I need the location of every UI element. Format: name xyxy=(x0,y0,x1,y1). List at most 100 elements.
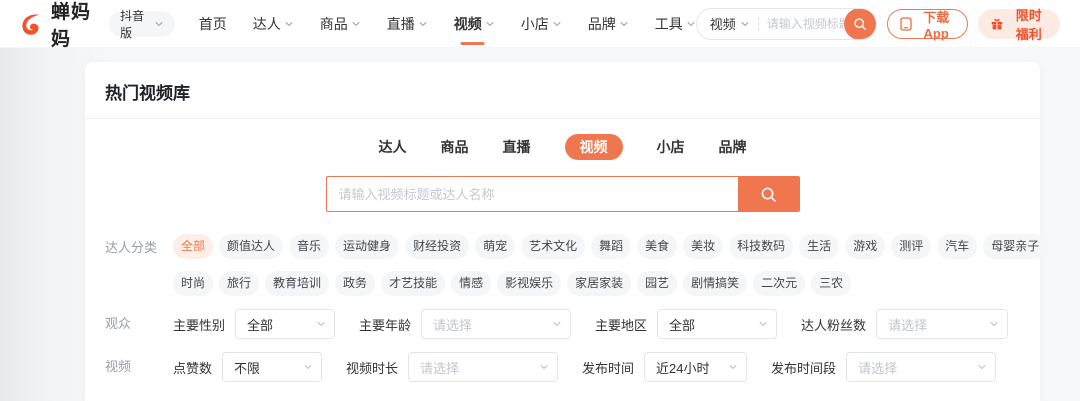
category-pill[interactable]: 萌宠 xyxy=(475,234,516,259)
chevron-down-icon xyxy=(351,19,361,29)
select-duration[interactable]: 请选择 xyxy=(408,352,559,382)
category-pill[interactable]: 生活 xyxy=(799,234,840,259)
category-pill[interactable]: 美食 xyxy=(637,234,678,259)
video-fields: 点赞数 不限 视频时长 请选择 发布时间 近24小时 发布时间段 请选择 xyxy=(173,352,1020,382)
navbar-search-input[interactable] xyxy=(766,16,844,31)
active-nav-underline xyxy=(460,41,485,45)
chevron-down-icon xyxy=(619,19,629,29)
category-pill[interactable]: 科技数码 xyxy=(729,234,794,259)
category-pill[interactable]: 政务 xyxy=(335,271,376,296)
nav-item-label: 达人 xyxy=(252,15,281,32)
category-pill[interactable]: 艺术文化 xyxy=(521,234,586,259)
chevron-down-icon xyxy=(539,362,549,372)
chanmama-logo-icon xyxy=(18,11,44,37)
category-pill[interactable]: 才艺技能 xyxy=(381,271,446,296)
category-pill[interactable]: 音乐 xyxy=(289,234,330,259)
category-pill[interactable]: 教育培训 xyxy=(265,271,330,296)
nav-item-shop[interactable]: 小店 xyxy=(521,0,562,48)
tab-video[interactable]: 视频 xyxy=(564,134,623,160)
select-region[interactable]: 全部 xyxy=(657,309,778,339)
category-pill-row: 时尚 旅行 教育培训 政务 才艺技能 情感 影视娱乐 家居家装 园艺 剧情搞笑 二次元 三农 xyxy=(173,271,1047,296)
field-label: 主要性别 xyxy=(173,317,226,333)
promo-label: 限时福利 xyxy=(1015,7,1042,42)
tab-shop[interactable]: 小店 xyxy=(657,134,685,160)
nav-item-home[interactable]: 首页 xyxy=(199,0,227,48)
nav-item-label: 商品 xyxy=(319,15,348,32)
category-pill[interactable]: 游戏 xyxy=(845,234,886,259)
filter-row-category: 达人分类 全部 颜值达人 音乐 运动健身 财经投资 萌宠 艺术文化 舞蹈 美食 美妆 科技数码 生活游… xyxy=(105,234,1048,296)
nav-item-product[interactable]: 商品 xyxy=(320,0,361,48)
nav-item-brand[interactable]: 品牌 xyxy=(588,0,629,48)
library-search-input[interactable] xyxy=(325,176,738,212)
category-pill[interactable]: 美妆 xyxy=(683,234,724,259)
search-category-dropdown[interactable]: 视频 xyxy=(710,14,750,33)
chevron-down-icon xyxy=(552,319,562,329)
category-pill[interactable]: 园艺 xyxy=(637,271,678,296)
category-pill[interactable]: 影视娱乐 xyxy=(497,271,562,296)
nav-item-influencer[interactable]: 达人 xyxy=(253,0,294,48)
category-pill[interactable]: 旅行 xyxy=(219,271,260,296)
filter-row-audience: 观众 主要性别 全部 主要年龄 请选择 主要地区 全部 达人粉丝数 请选择 xyxy=(105,309,1020,339)
filter-field-region: 主要地区 全部 xyxy=(595,309,778,339)
navbar-search: 视频 xyxy=(695,7,877,40)
nav-item-tools[interactable]: 工具 xyxy=(655,0,696,48)
navbar-search-button[interactable] xyxy=(844,8,876,39)
category-pill-row: 全部 颜值达人 音乐 运动健身 财经投资 萌宠 艺术文化 舞蹈 美食 美妆 科技数码 生活 游戏 测评 汽车… xyxy=(173,234,1048,259)
filter-panel: 达人分类 全部 颜值达人 音乐 运动健身 财经投资 萌宠 艺术文化 舞蹈 美食 美妆 科技数码 生活游… xyxy=(105,232,1048,401)
main-nav: 首页 达人 商品 直播 视频 小店 品牌 工具 xyxy=(199,0,696,48)
edition-switcher[interactable]: 抖音版 xyxy=(109,9,175,40)
select-follower-count[interactable]: 请选择 xyxy=(876,309,1009,339)
phone-icon xyxy=(900,16,912,31)
category-pill[interactable]: 颜值达人 xyxy=(219,234,284,259)
select-like-count[interactable]: 不限 xyxy=(222,352,323,382)
promo-button[interactable]: 限时福利 xyxy=(978,8,1060,42)
select-value: 全部 xyxy=(669,317,696,333)
category-pill[interactable]: 母婴亲子 xyxy=(983,234,1048,259)
card-body: 达人商品直播视频小店品牌 达人分类 全部颜值达人音乐运动健身财经投资萌宠艺术文化… xyxy=(85,134,1048,401)
category-pill[interactable]: 全部 xyxy=(173,234,214,259)
category-pill[interactable]: 二次元 xyxy=(753,271,806,296)
filter-field-like-count: 点赞数 不限 xyxy=(173,352,323,382)
filter-row-label: 达人分类 xyxy=(105,240,158,255)
select-value: 请选择 xyxy=(420,360,460,376)
chevron-down-icon xyxy=(154,19,164,29)
brand-logo[interactable]: 蝉妈妈 xyxy=(18,0,96,51)
chevron-down-icon xyxy=(303,362,313,372)
select-publish-time[interactable]: 近24小时 xyxy=(644,352,748,382)
chevron-down-icon xyxy=(552,19,562,29)
nav-item-video[interactable]: 视频 xyxy=(454,0,495,48)
nav-item-label: 工具 xyxy=(654,15,683,32)
chevron-down-icon xyxy=(977,362,987,372)
page-title: 热门视频库 xyxy=(85,62,1040,119)
chevron-down-icon xyxy=(728,362,738,372)
category-pill[interactable]: 时尚 xyxy=(173,271,214,296)
category-pill[interactable]: 财经投资 xyxy=(405,234,470,259)
category-pill[interactable]: 舞蹈 xyxy=(591,234,632,259)
download-app-button[interactable]: 下载App xyxy=(887,8,969,41)
select-publish-period[interactable]: 请选择 xyxy=(846,352,997,382)
category-pill[interactable]: 测评 xyxy=(891,234,932,259)
download-app-label: 下载App xyxy=(923,9,950,41)
select-age[interactable]: 请选择 xyxy=(421,309,572,339)
category-pill[interactable]: 运动健身 xyxy=(335,234,400,259)
category-pill[interactable]: 三农 xyxy=(811,271,852,296)
tab-product[interactable]: 商品 xyxy=(441,134,469,160)
tab-live[interactable]: 直播 xyxy=(503,134,531,160)
audience-fields: 主要性别 全部 主要年龄 请选择 主要地区 全部 达人粉丝数 请选择 xyxy=(173,309,1032,339)
library-search-button[interactable] xyxy=(737,176,800,212)
category-pill[interactable]: 家居家装 xyxy=(567,271,632,296)
nav-item-live[interactable]: 直播 xyxy=(387,0,428,48)
chevron-down-icon xyxy=(686,19,696,29)
field-label: 视频时长 xyxy=(346,360,399,376)
advanced-options: 关联商品关联团购低粉爆款图文 xyxy=(173,395,555,401)
chevron-down-icon xyxy=(485,19,495,29)
category-pill-rows: 全部 颜值达人 音乐 运动健身 财经投资 萌宠 艺术文化 舞蹈 美食 美妆 科技数码 生活 游戏 测评 汽车… xyxy=(173,234,1048,296)
category-pill[interactable]: 情感 xyxy=(451,271,492,296)
chevron-down-icon xyxy=(740,19,750,29)
category-pill[interactable]: 剧情搞笑 xyxy=(683,271,748,296)
tab-brand[interactable]: 品牌 xyxy=(719,134,747,160)
tab-influencer[interactable]: 达人 xyxy=(379,134,407,160)
field-label: 达人粉丝数 xyxy=(801,317,867,333)
category-pill[interactable]: 汽车 xyxy=(937,234,978,259)
select-gender[interactable]: 全部 xyxy=(235,309,336,339)
